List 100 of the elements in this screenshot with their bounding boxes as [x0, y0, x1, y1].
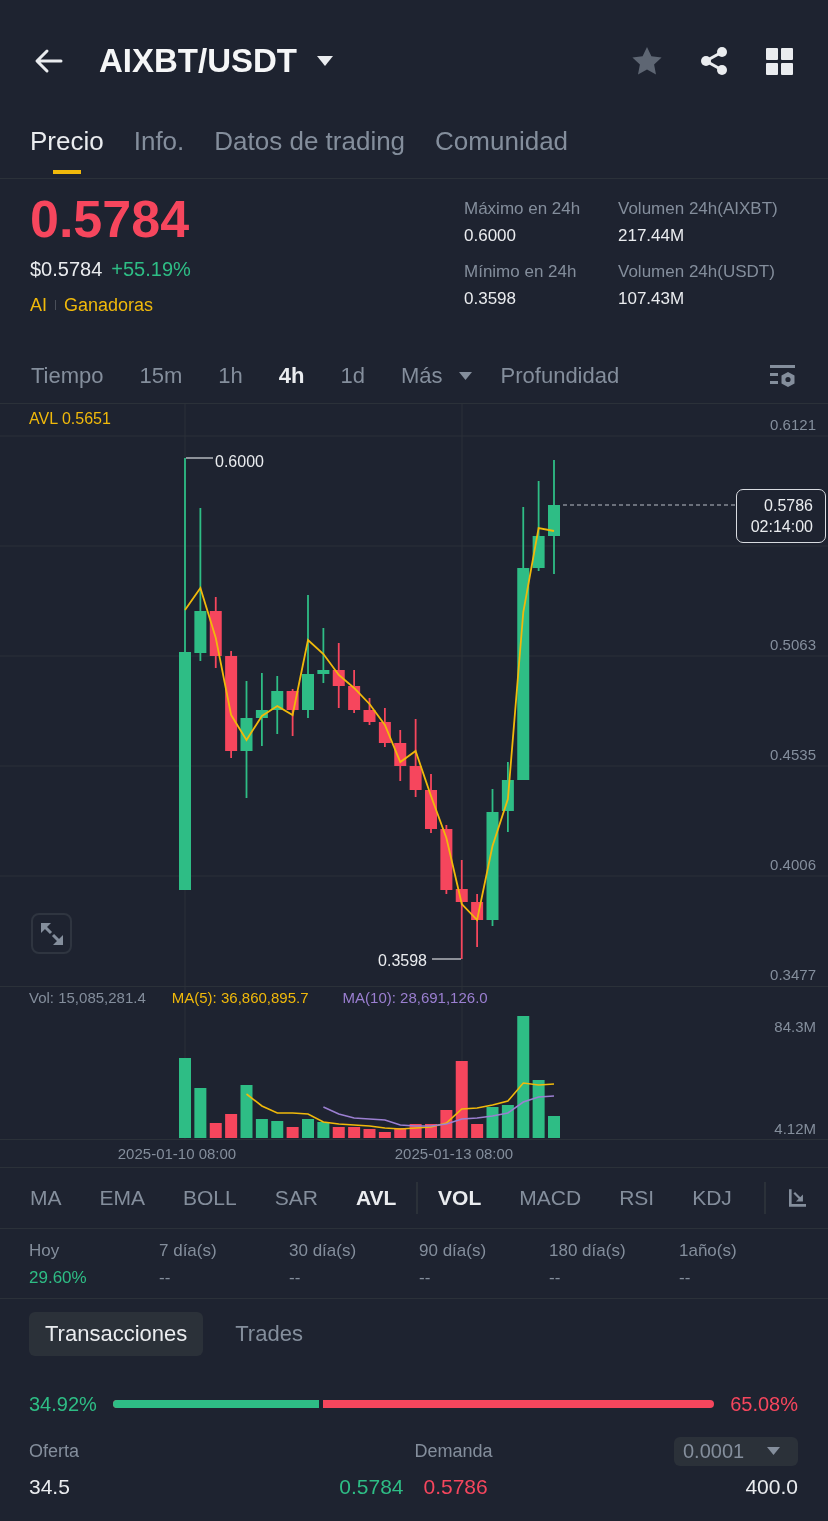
- interval-tab[interactable]: 4h: [278, 361, 305, 391]
- date-axis-label: 2025-01-13 08:00: [394, 1145, 514, 1162]
- volume-axis-label: 4.12M: [774, 1120, 816, 1137]
- period-change: --: [289, 1267, 302, 1289]
- price-axis-label: 0.4006: [770, 856, 816, 873]
- line-chart-icon[interactable]: [788, 1188, 806, 1208]
- volume-bar: [548, 1116, 560, 1138]
- volume-bar: [471, 1124, 484, 1138]
- indicator-tab[interactable]: SAR: [274, 1183, 318, 1213]
- volume-bar: [240, 1085, 253, 1138]
- stat-value: 0.3598: [464, 288, 517, 310]
- buy-ratio: 34.92%: [29, 1392, 97, 1416]
- high-price-label: 0.6000: [215, 453, 264, 470]
- bid-quantity: 34.5: [29, 1475, 70, 1499]
- precision-dropdown[interactable]: 0.0001: [674, 1436, 798, 1466]
- price-axis-label: 0.4535: [770, 746, 816, 763]
- interval-tab[interactable]: 1d: [340, 361, 365, 391]
- volume-bar: [225, 1114, 238, 1138]
- usd-price: $0.5784: [30, 257, 103, 282]
- indicator-tab[interactable]: EMA: [99, 1183, 145, 1213]
- back-arrow-icon[interactable]: [33, 48, 63, 74]
- countdown-timer: 02:14:00: [750, 517, 813, 537]
- indicator-tab[interactable]: MACD: [519, 1183, 582, 1213]
- grid-icon[interactable]: [766, 47, 793, 75]
- last-price-value: 0.5786: [764, 496, 813, 516]
- interval-dropdown[interactable]: Más: [401, 361, 472, 391]
- ask-price: 0.5786: [423, 1475, 488, 1499]
- section-tab[interactable]: Precio: [30, 122, 104, 178]
- share-icon[interactable]: [700, 47, 728, 75]
- section-tab[interactable]: Info.: [133, 122, 185, 178]
- period-change: --: [159, 1267, 172, 1289]
- indicator-tab[interactable]: BOLL: [183, 1183, 237, 1213]
- volume-reading: Vol: 15,085,281.4: [29, 988, 146, 1008]
- volume-bar: [317, 1122, 330, 1138]
- pair-selector[interactable]: AIXBT/USDT: [99, 41, 333, 81]
- period-change: --: [679, 1267, 692, 1289]
- indicator-tab[interactable]: VOL: [438, 1183, 482, 1213]
- interval-tab[interactable]: Profundidad: [500, 361, 620, 391]
- bid-header: Oferta: [29, 1440, 81, 1462]
- interval-tab[interactable]: 15m: [139, 361, 183, 391]
- leader-line: [431, 958, 462, 960]
- price-axis-label: 0.6121: [770, 416, 816, 433]
- leader-line: [185, 457, 214, 459]
- caret-icon: [458, 372, 472, 380]
- volume-bar: [394, 1128, 407, 1138]
- ask-header: Demanda: [414, 1440, 493, 1462]
- candle: [348, 669, 361, 714]
- indicator-tab[interactable]: AVL: [355, 1183, 397, 1213]
- candle: [332, 642, 345, 709]
- volume-bar: [194, 1088, 207, 1138]
- trade-tab[interactable]: Transacciones: [29, 1312, 204, 1356]
- trade-tab[interactable]: Trades: [219, 1312, 319, 1356]
- volume-bar: [486, 1107, 499, 1138]
- candle: [425, 773, 437, 834]
- interval-tab[interactable]: Tiempo: [31, 361, 104, 391]
- volume-bar: [501, 1105, 514, 1138]
- caret-icon: [317, 56, 333, 66]
- date-axis-label: 2025-01-10 08:00: [117, 1145, 237, 1162]
- sell-ratio: 65.08%: [730, 1392, 798, 1416]
- candle: [440, 824, 453, 895]
- expand-icon: [39, 921, 64, 946]
- period-label: 7 día(s): [159, 1240, 218, 1262]
- period-change: --: [419, 1267, 432, 1289]
- period-change: --: [549, 1267, 562, 1289]
- indicator-value-label: AVL 0.5651: [29, 409, 111, 429]
- low-price-label: 0.3598: [378, 952, 427, 969]
- candle: [317, 627, 330, 684]
- candle: [378, 707, 391, 748]
- candle: [271, 675, 284, 735]
- period-label: 1año(s): [679, 1240, 738, 1262]
- section-tab[interactable]: Datos de trading: [214, 122, 406, 178]
- category-tag[interactable]: AI: [30, 293, 47, 317]
- stat-value: 0.6000: [464, 225, 517, 247]
- caret-icon: [767, 1447, 780, 1455]
- price-axis-label: 0.3477: [770, 966, 816, 983]
- candle: [471, 893, 484, 948]
- period-label: 30 día(s): [289, 1240, 358, 1262]
- indicator-tab[interactable]: KDJ: [692, 1183, 732, 1213]
- star-icon[interactable]: [632, 46, 662, 76]
- interval-tab[interactable]: 1h: [218, 361, 243, 391]
- candle: [286, 688, 299, 737]
- indicator-tab[interactable]: RSI: [619, 1183, 655, 1213]
- chart-settings-icon[interactable]: [770, 364, 796, 388]
- volume-bar: [271, 1121, 284, 1138]
- period-label: Hoy: [29, 1240, 61, 1262]
- stat-value: 107.43M: [618, 288, 686, 310]
- price-axis-label: 0.5063: [770, 636, 816, 653]
- price-change: +55.19%: [111, 257, 191, 282]
- stat-label: Mínimo en 24h: [464, 261, 578, 283]
- volume-bar: [378, 1132, 391, 1138]
- expand-button[interactable]: [31, 913, 72, 954]
- candle: [363, 697, 376, 726]
- indicator-tab[interactable]: MA: [30, 1183, 62, 1213]
- stat-label: Volumen 24h(AIXBT): [618, 198, 779, 220]
- period-label: 90 día(s): [419, 1240, 488, 1262]
- stat-label: Volumen 24h(USDT): [618, 261, 776, 283]
- section-tab[interactable]: Comunidad: [435, 122, 569, 178]
- volume-bar: [332, 1127, 345, 1138]
- category-tag[interactable]: Ganadoras: [64, 293, 154, 317]
- candle: [394, 729, 407, 782]
